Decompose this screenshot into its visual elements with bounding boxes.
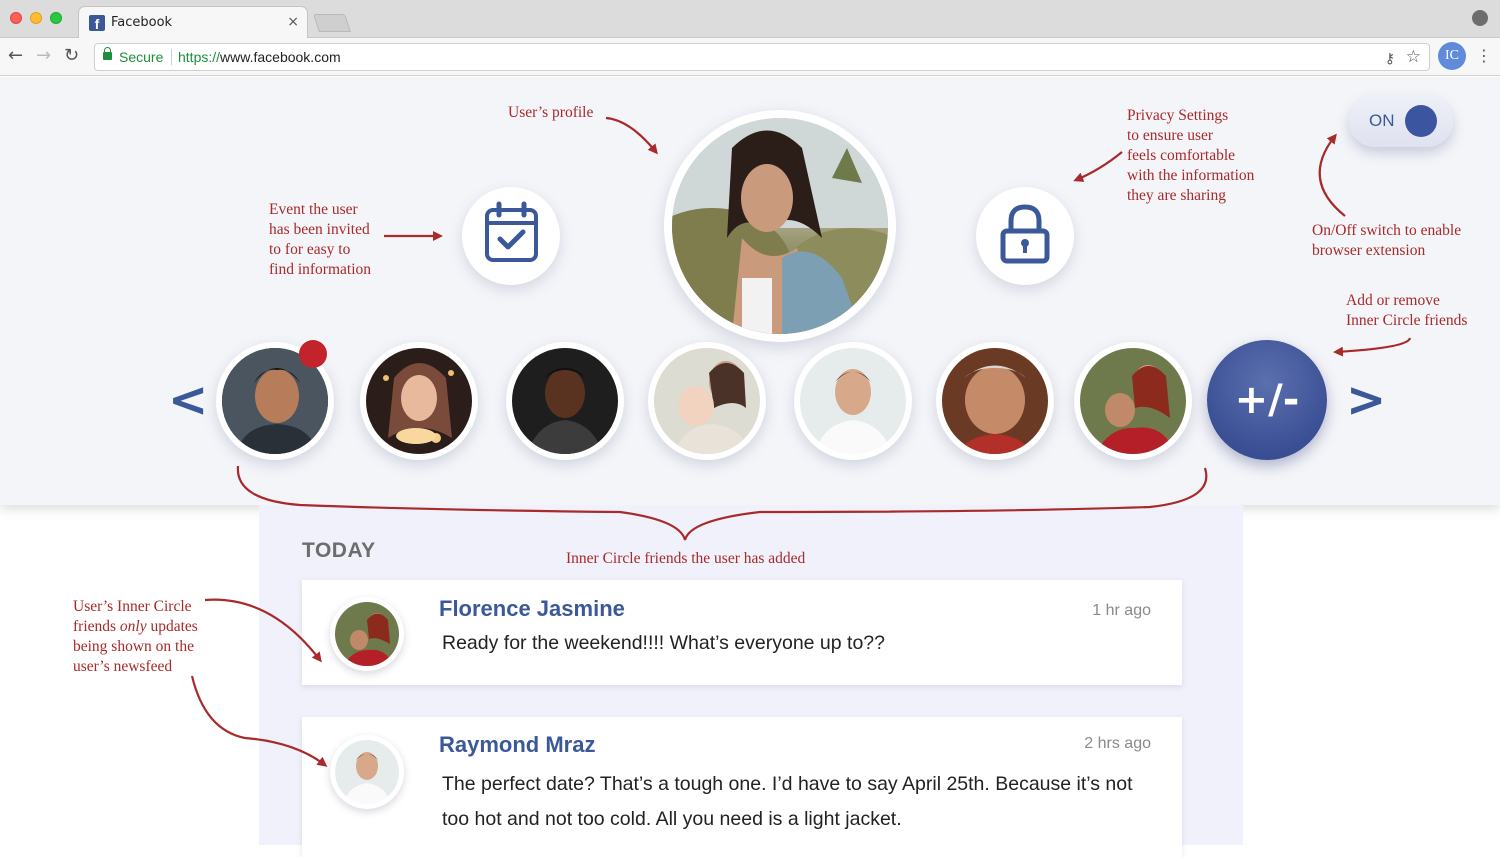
inner-circle-friend[interactable] [506,342,624,460]
annotation-newsfeed: User’s Inner Circle friends only updates… [73,597,198,677]
back-icon[interactable]: ← [8,45,23,66]
annotation-newsfeed-emphasis: only [119,618,147,635]
address-bar[interactable]: Secure https://www.facebook.com ⚷ ☆ [94,43,1430,71]
post-author-avatar[interactable] [330,597,404,671]
friend-photo [1080,348,1186,454]
inner-circle-friend[interactable] [360,342,478,460]
minimize-window-button[interactable] [30,12,42,24]
next-friends-button[interactable]: > [1346,372,1386,428]
privacy-settings-button[interactable] [976,187,1074,285]
browser-tab-facebook[interactable]: f Facebook × [78,6,308,38]
friend-photo [512,348,618,454]
add-remove-friends-button[interactable]: +/- [1207,340,1327,460]
annotation-profile: User’s profile [508,104,594,121]
annotation-privacy: Privacy Settings to ensure user feels co… [1127,107,1255,204]
friend-photo [654,348,760,454]
inner-circle-friend[interactable] [648,342,766,460]
profile-avatar-button[interactable]: IC [1438,42,1466,70]
post-timestamp: 2 hrs ago [1084,735,1151,752]
post-text: Ready for the weekend!!!! What’s everyon… [442,632,885,654]
forward-icon[interactable]: → [36,45,51,66]
lock-icon [103,47,112,60]
address-divider [171,49,172,65]
browser-tab-bar: f Facebook × [0,0,1500,38]
inner-circle-friend[interactable] [936,342,1054,460]
post-text: The perfect date? That’s a tough one. I’… [442,773,1133,830]
author-photo [335,740,399,804]
annotation-inner-circle: Inner Circle friends the user has added [566,550,806,567]
facebook-favicon-icon: f [89,15,105,32]
star-icon[interactable]: ☆ [1406,47,1421,67]
annotation-event: Event the user has been invited to for e… [269,201,372,278]
inner-circle-friend[interactable] [1074,342,1192,460]
previous-friends-button[interactable]: < [168,372,208,428]
reload-icon[interactable]: ↻ [64,45,79,66]
browser-profile-icon[interactable] [1472,10,1488,26]
extension-toggle-switch[interactable]: ON [1349,95,1453,147]
event-button[interactable] [462,187,560,285]
newsfeed-post[interactable]: Florence Jasmine 1 hr ago Ready for the … [302,580,1182,685]
post-author-name[interactable]: Raymond Mraz [439,732,595,758]
tab-close-icon[interactable]: × [287,14,299,30]
inner-circle-friend[interactable] [794,342,912,460]
annotation-switch: On/Off switch to enable browser extensio… [1312,222,1462,259]
notification-dot [299,340,327,368]
friend-photo [800,348,906,454]
padlock-icon [1000,204,1050,264]
zoom-window-button[interactable] [50,12,62,24]
url-scheme: https:// [178,49,221,65]
annotation-add-remove: Add or remove Inner Circle friends [1346,292,1468,329]
section-label-today: TODAY [302,539,376,562]
close-window-button[interactable] [10,12,22,24]
post-timestamp: 1 hr ago [1092,602,1151,619]
friend-photo [942,348,1048,454]
author-photo [335,602,399,666]
toggle-knob [1405,105,1437,137]
post-author-name[interactable]: Florence Jasmine [439,596,625,622]
post-author-avatar[interactable] [330,735,404,809]
key-icon[interactable]: ⚷ [1385,50,1395,67]
url-host: www.facebook.com [220,49,341,65]
friend-photo [366,348,472,454]
browser-toolbar: ← → ↻ Secure https://www.facebook.com ⚷ … [0,38,1500,76]
newsfeed-post[interactable]: Raymond Mraz 2 hrs ago The perfect date?… [302,717,1182,857]
tab-title: Facebook [111,15,173,30]
calendar-check-icon [485,201,538,262]
new-tab-button[interactable] [313,14,351,32]
url-text[interactable]: https://www.facebook.com [178,49,341,65]
user-profile-photo [672,118,888,334]
user-profile-picture[interactable] [664,110,896,342]
toggle-label: ON [1369,111,1395,130]
secure-label: Secure [119,49,164,65]
menu-icon[interactable]: ⋮ [1476,46,1492,65]
